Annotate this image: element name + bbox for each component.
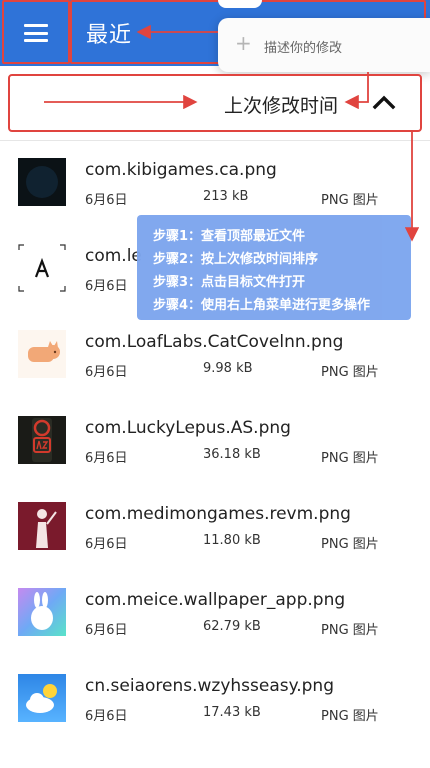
divider [0, 140, 430, 141]
file-thumbnail [18, 330, 66, 378]
file-name: com.kibigames.ca.png [85, 160, 277, 180]
file-size: 11.80 kB [203, 533, 261, 548]
plus-icon[interactable]: + [235, 33, 252, 53]
file-size: 9.98 kB [203, 361, 253, 376]
sort-label[interactable]: 上次修改时间 [224, 91, 338, 118]
file-row[interactable]: cn.seiaorens.wzyhsseasy.png 6月6日 17.43 k… [0, 674, 430, 760]
file-name: com.le [85, 246, 142, 266]
file-size: 62.79 kB [203, 619, 261, 634]
file-type: PNG 图片 [321, 537, 379, 552]
file-thumbnail [18, 588, 66, 636]
file-thumbnail [18, 674, 66, 722]
popup-text[interactable]: 描述你的修改 [264, 37, 342, 56]
edit-description-popup[interactable]: + 描述你的修改 [218, 18, 430, 72]
file-date: 6月6日 [85, 451, 128, 466]
file-date: 6月6日 [85, 193, 128, 208]
file-name: com.medimongames.revm.png [85, 504, 351, 524]
chevron-up-icon[interactable] [372, 94, 396, 110]
file-date: 6月6日 [85, 365, 128, 380]
file-type: PNG 图片 [321, 193, 379, 208]
tooltip-step: 步骤3：点击目标文件打开 [153, 275, 306, 290]
file-name: cn.seiaorens.wzyhsseasy.png [85, 676, 334, 696]
file-type: PNG 图片 [321, 451, 379, 466]
file-size: 36.18 kB [203, 447, 261, 462]
file-size: 213 kB [203, 189, 249, 204]
file-type: PNG 图片 [321, 709, 379, 724]
file-row[interactable]: com.medimongames.revm.png 6月6日 11.80 kB … [0, 502, 430, 588]
file-date: 6月6日 [85, 709, 128, 724]
steps-tooltip: 步骤1：查看顶部最近文件 步骤2：按上次修改时间排序 步骤3：点击目标文件打开 … [137, 215, 411, 320]
file-thumbnail [18, 244, 66, 292]
tooltip-step: 步骤4：使用右上角菜单进行更多操作 [153, 298, 371, 313]
file-row[interactable]: com.LuckyLepus.AS.png 6月6日 36.18 kB PNG … [0, 416, 430, 502]
file-date: 6月6日 [85, 279, 128, 294]
popup-top-tab [218, 0, 262, 8]
tooltip-step: 步骤1：查看顶部最近文件 [153, 229, 306, 244]
file-name: com.LoafLabs.CatCovelnn.png [85, 332, 344, 352]
file-date: 6月6日 [85, 623, 128, 638]
tooltip-step: 步骤2：按上次修改时间排序 [153, 252, 319, 267]
file-type: PNG 图片 [321, 365, 379, 380]
sort-bar[interactable]: 上次修改时间 [8, 74, 422, 132]
file-thumbnail [18, 158, 66, 206]
file-thumbnail [18, 502, 66, 550]
file-name: com.meice.wallpaper_app.png [85, 590, 346, 610]
file-thumbnail [18, 416, 66, 464]
file-size: 17.43 kB [203, 705, 261, 720]
file-date: 6月6日 [85, 537, 128, 552]
file-name: com.LuckyLepus.AS.png [85, 418, 291, 438]
annotation-box-menu [2, 0, 70, 64]
file-row[interactable]: com.LoafLabs.CatCovelnn.png 6月6日 9.98 kB… [0, 330, 430, 416]
file-type: PNG 图片 [321, 623, 379, 638]
file-row[interactable]: com.meice.wallpaper_app.png 6月6日 62.79 k… [0, 588, 430, 674]
